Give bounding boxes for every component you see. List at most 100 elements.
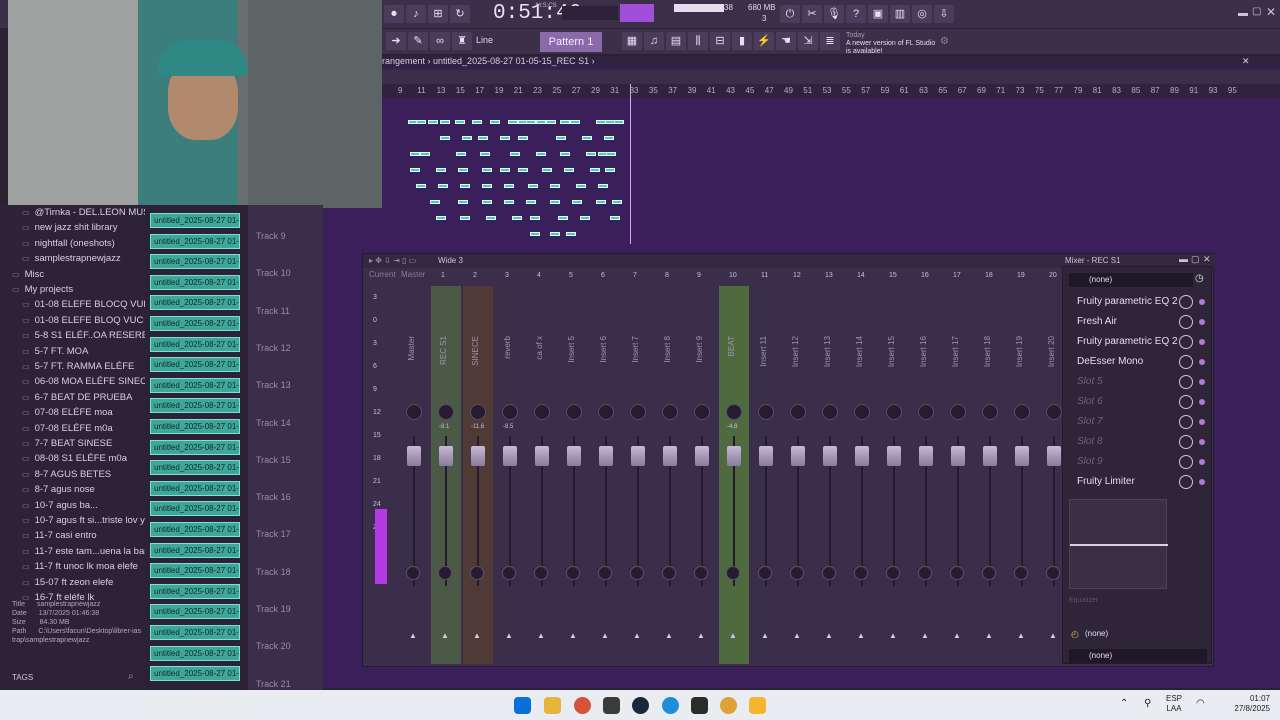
update-notice[interactable]: A newer version of FL Studio is availabl… — [846, 40, 942, 56]
browser-item[interactable]: new jazz shit library — [22, 222, 118, 233]
pan-knob[interactable] — [502, 404, 518, 420]
note-block[interactable] — [530, 232, 540, 236]
send-knob[interactable] — [470, 566, 484, 580]
language-indicator[interactable]: ESP LAA — [1166, 694, 1182, 714]
pattern-clip[interactable]: untitled_2025-08-27 01-... — [150, 398, 240, 414]
send-knob[interactable] — [502, 566, 516, 580]
pattern-clip[interactable]: untitled_2025-08-27 01-... — [150, 501, 240, 517]
note-block[interactable] — [526, 120, 536, 124]
clock-icon[interactable]: ◷ — [1195, 273, 1204, 284]
note-block[interactable] — [614, 120, 624, 124]
pan-knob[interactable] — [438, 404, 454, 420]
pattern-clip[interactable]: untitled_2025-08-27 01-... — [150, 522, 240, 537]
browser-item[interactable]: 11-7 este tam...uena la base — [22, 546, 155, 557]
note-block[interactable] — [526, 200, 536, 204]
piano-roll-icon[interactable]: ♫ — [644, 32, 664, 50]
tray-network-icon[interactable]: ⚲ — [1144, 698, 1151, 709]
browser-item[interactable]: 5-7 FT. MOA — [22, 346, 89, 357]
note-block[interactable] — [490, 120, 500, 124]
browser-item[interactable]: 8-7 AGUS BETES — [22, 469, 112, 480]
pan-knob[interactable] — [790, 404, 806, 420]
maximize-icon[interactable]: ▢ — [1252, 6, 1261, 17]
route-arrow-icon[interactable]: ▲ — [441, 631, 449, 640]
browser-item[interactable]: 01-08 ELEFE BLOQ VUC — [22, 315, 144, 326]
track-label[interactable]: Track 11 — [256, 306, 290, 316]
fl-studio-icon[interactable] — [603, 697, 620, 714]
mixer-icon[interactable]: ⫼ — [688, 32, 708, 50]
pattern-clip[interactable]: untitled_2025-08-27 01-... — [150, 604, 240, 620]
note-block[interactable] — [455, 120, 465, 124]
note-block[interactable] — [472, 120, 482, 124]
note-block[interactable] — [436, 168, 446, 172]
mix-knob[interactable] — [1179, 375, 1193, 389]
effect-slot[interactable]: Fruity Limiter — [1069, 473, 1207, 491]
volume-fader[interactable] — [1015, 446, 1029, 466]
save-icon[interactable]: ▣ — [868, 5, 888, 23]
volume-fader[interactable] — [951, 446, 965, 466]
effect-slot[interactable]: Slot 6 — [1069, 393, 1207, 411]
send-knob[interactable] — [790, 566, 804, 580]
note-block[interactable] — [542, 168, 552, 172]
note-block[interactable] — [460, 184, 470, 188]
mixer-strip[interactable]: 4 ca of x ▲ — [527, 272, 557, 664]
pattern-clip[interactable]: untitled_2025-08-27 01-... — [150, 625, 240, 640]
effect-slot[interactable]: Slot 5 — [1069, 373, 1207, 391]
volume-fader[interactable] — [503, 446, 517, 466]
pan-knob[interactable] — [982, 404, 998, 420]
volume-fader[interactable] — [887, 446, 901, 466]
note-block[interactable] — [410, 168, 420, 172]
app-icon[interactable] — [691, 697, 708, 714]
search-icon[interactable]: ⌕ — [128, 671, 134, 682]
note-block[interactable] — [590, 168, 600, 172]
pattern-clip[interactable]: untitled_2025-08-27 01-... — [150, 254, 240, 270]
send-knob[interactable] — [566, 566, 580, 580]
route-arrow-icon[interactable]: ▲ — [985, 631, 993, 640]
note-block[interactable] — [458, 200, 468, 204]
browser-item[interactable]: 08-08 S1 ELÉFE m0a — [22, 453, 127, 464]
volume-fader[interactable] — [439, 446, 453, 466]
channel-rack-icon[interactable]: ▤ — [666, 32, 686, 50]
snap-label[interactable]: Line — [476, 35, 493, 45]
note-block[interactable] — [504, 200, 514, 204]
note-block[interactable] — [518, 168, 528, 172]
note-block[interactable] — [536, 152, 546, 156]
mix-knob[interactable] — [1179, 295, 1193, 309]
pan-knob[interactable] — [630, 404, 646, 420]
pattern-clip[interactable]: untitled_2025-08-27 01-... — [150, 377, 240, 393]
pattern-clip[interactable]: untitled_2025-08-27 01-... — [150, 357, 240, 373]
note-block[interactable] — [482, 184, 492, 188]
note-block[interactable] — [438, 184, 448, 188]
browser-item[interactable]: 10-7 agus ba... — [22, 500, 98, 511]
track-headers[interactable]: Track 9 Track 10 Track 11 Track 12 Track 13 T… — [248, 205, 323, 690]
pattern-clip[interactable]: untitled_2025-08-27 01-... — [150, 295, 240, 311]
mixer-strip[interactable]: 8 Insert 8 ▲ — [655, 272, 685, 664]
pencil-icon[interactable]: ✎ — [408, 32, 428, 50]
note-block[interactable] — [430, 200, 440, 204]
volume-fader[interactable] — [471, 446, 485, 466]
pan-knob[interactable] — [1014, 404, 1030, 420]
pan-knob[interactable] — [854, 404, 870, 420]
note-block[interactable] — [462, 136, 472, 140]
route-arrow-icon[interactable]: ▲ — [665, 631, 673, 640]
browser-item[interactable]: 15-07 ft zeon elefe — [22, 577, 114, 588]
slot-enable-icon[interactable] — [1199, 299, 1205, 305]
start-icon[interactable] — [514, 697, 531, 714]
help-icon[interactable]: ? — [846, 5, 866, 23]
tray-chevron-icon[interactable]: ⌃ — [1120, 698, 1128, 709]
slot-enable-icon[interactable] — [1199, 439, 1205, 445]
slot-enable-icon[interactable] — [1199, 479, 1205, 485]
pan-knob[interactable] — [822, 404, 838, 420]
note-block[interactable] — [546, 120, 556, 124]
pan-knob[interactable] — [694, 404, 710, 420]
note-block[interactable] — [504, 184, 514, 188]
note-block[interactable] — [604, 136, 614, 140]
mix-knob[interactable] — [1179, 415, 1193, 429]
mixer-minimize-icon[interactable]: ▬ — [1179, 254, 1188, 264]
route-arrow-icon[interactable]: ▲ — [473, 631, 481, 640]
note-block[interactable] — [572, 200, 582, 204]
browser-item[interactable]: 5-7 FT. RAMMA ELÉFE — [22, 361, 135, 372]
note-block[interactable] — [480, 152, 490, 156]
send-knob[interactable] — [854, 566, 868, 580]
browser-item[interactable]: 11-7 casi entro — [22, 530, 97, 541]
close-icon[interactable]: ✕ — [1266, 5, 1276, 19]
